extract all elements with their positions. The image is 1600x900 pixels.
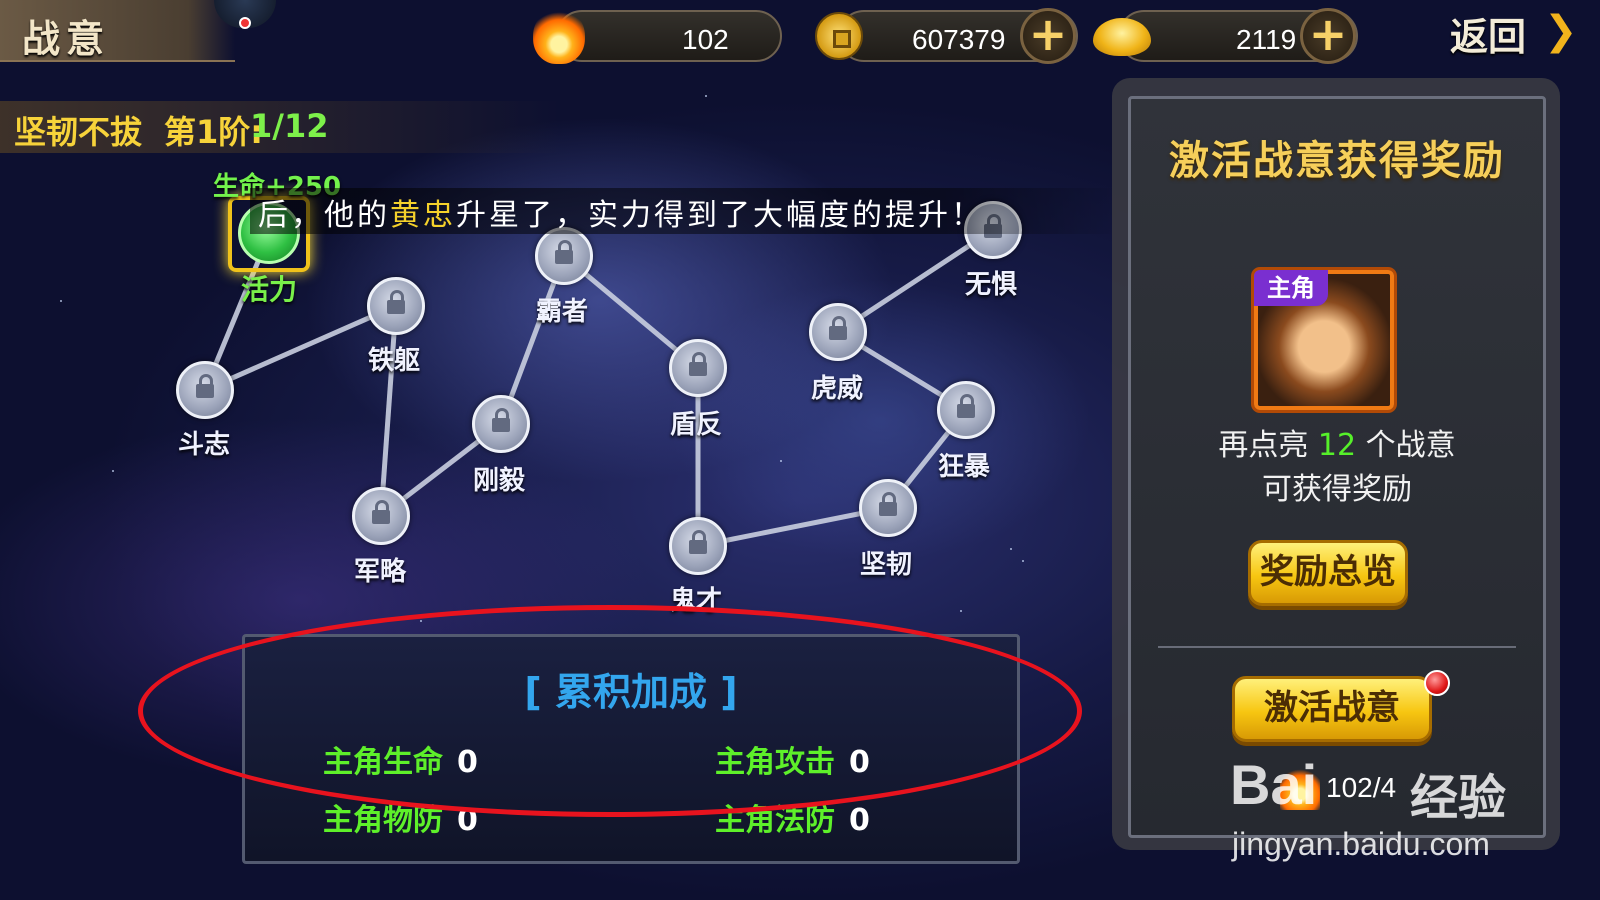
ticker-after: 升星了，实力得到了大幅度的提升！ [456, 198, 984, 233]
node-label: 铁躯 [368, 346, 421, 376]
constellation-map: 斗志 铁躯 军略 刚毅 霸者 盾反 鬼才 坚韧 狂暴 虎威 无惧 活力 生命+2… [0, 0, 1100, 620]
node-bazhe[interactable] [535, 227, 593, 285]
node-label: 狂暴 [938, 452, 991, 482]
lock-icon [387, 290, 405, 314]
node-gangyi[interactable] [472, 395, 530, 453]
node-label: 坚韧 [860, 550, 913, 580]
stat-value: 0 [849, 803, 870, 838]
lock-icon [829, 316, 847, 340]
hint-prefix: 再点亮 [1218, 428, 1309, 463]
ticker-before: 后，他的 [258, 198, 390, 233]
hint-count: 12 [1317, 428, 1357, 463]
ingot-value: 2119 [1236, 24, 1297, 55]
node-kuangbao[interactable] [937, 381, 995, 439]
node-huwei[interactable] [809, 303, 867, 361]
lock-icon [689, 530, 707, 554]
alert-dot-icon [1424, 670, 1450, 696]
annotation-ellipse [138, 605, 1082, 817]
reward-overview-button[interactable]: 奖励总览 [1248, 540, 1408, 606]
watermark-url: jingyan.baidu.com [1232, 826, 1490, 862]
node-label: 无惧 [965, 270, 1018, 300]
lock-icon [689, 352, 707, 376]
lock-icon [196, 374, 214, 398]
node-label: 刚毅 [473, 466, 526, 496]
activate-cost: 102/4 [1326, 772, 1397, 803]
divider [1158, 646, 1516, 648]
portrait-tag: 主角 [1254, 270, 1328, 306]
lock-icon [492, 408, 510, 432]
ticker-hero-name: 黄忠 [390, 198, 456, 233]
back-button[interactable]: 返回 ❯ [1450, 6, 1590, 59]
node-douzhi[interactable] [176, 361, 234, 419]
activate-button[interactable]: 激活战意 [1232, 676, 1432, 742]
reward-title: 激活战意获得奖励 [1169, 138, 1505, 184]
node-label: 斗志 [178, 430, 231, 460]
node-guicai[interactable] [669, 517, 727, 575]
node-label: 军略 [354, 557, 407, 587]
lock-icon [372, 500, 390, 524]
node-label: 盾反 [670, 410, 723, 440]
node-dunfan[interactable] [669, 339, 727, 397]
hint-suffix: 个战意 [1365, 428, 1456, 463]
watermark-brand-cn: 经验 [1410, 770, 1507, 826]
add-ingots-button[interactable]: + [1300, 8, 1356, 64]
back-label: 返回 [1450, 15, 1527, 59]
reward-hint-line2: 可获得奖励 [1262, 472, 1412, 507]
reward-hint: 再点亮 12 个战意 [1128, 420, 1546, 464]
watermark-brand: Bai [1230, 753, 1318, 816]
back-arrow-icon: ❯ [1544, 8, 1578, 54]
node-label: 虎威 [811, 374, 864, 404]
lock-icon [555, 240, 573, 264]
gold-ingot-icon [1093, 18, 1151, 56]
node-junlue[interactable] [352, 487, 410, 545]
node-tiequ[interactable] [367, 277, 425, 335]
node-label: 霸者 [536, 297, 589, 327]
broadcast-ticker: 后，他的黄忠升星了，实力得到了大幅度的提升！ [250, 188, 1120, 234]
ticker-text: 后，他的黄忠升星了，实力得到了大幅度的提升！ [258, 190, 984, 234]
active-node-label: 活力 [241, 273, 298, 306]
lock-icon [879, 492, 897, 516]
node-jianren[interactable] [859, 479, 917, 537]
lock-icon [957, 394, 975, 418]
